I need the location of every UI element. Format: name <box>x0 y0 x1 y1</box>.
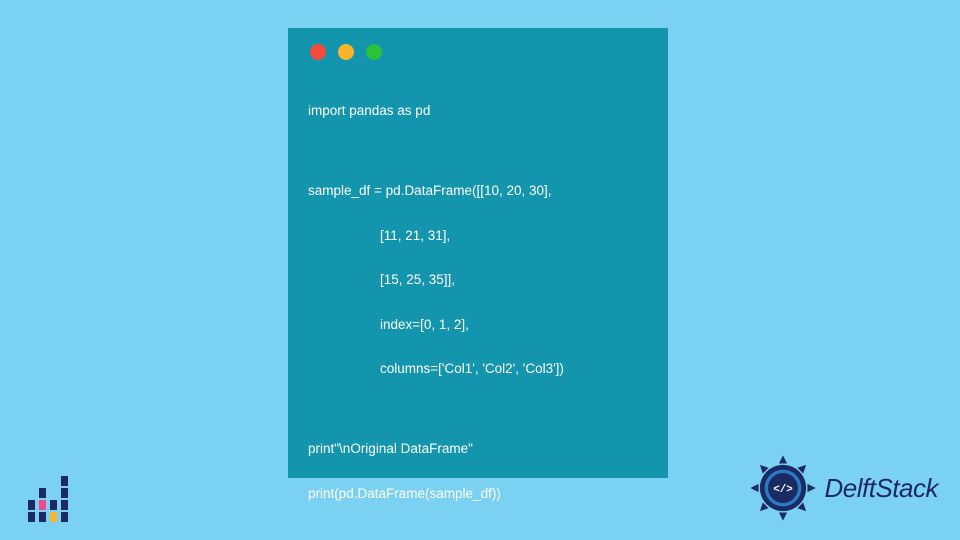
code-block: import pandas as pd sample_df = pd.DataF… <box>308 78 648 540</box>
close-icon <box>310 44 326 60</box>
code-line: [11, 21, 31], <box>380 225 648 247</box>
svg-text:</>: </> <box>773 484 793 496</box>
maximize-icon <box>366 44 382 60</box>
code-line: print(pd.DataFrame(sample_df)) <box>308 483 648 505</box>
code-line: print"\nOriginal DataFrame" <box>308 438 648 460</box>
brand-badge-icon: </> <box>749 454 817 522</box>
brand-name: DelftStack <box>825 473 939 504</box>
code-line: columns=['Col1', 'Col2', 'Col3']) <box>380 358 648 380</box>
brand: </> DelftStack <box>749 454 939 522</box>
code-line: index=[0, 1, 2], <box>380 314 648 336</box>
code-window: import pandas as pd sample_df = pd.DataF… <box>288 28 668 478</box>
minimize-icon <box>338 44 354 60</box>
mini-chart-icon <box>28 478 72 522</box>
code-line: sample_df = pd.DataFrame([[10, 20, 30], <box>308 180 648 202</box>
code-line: import pandas as pd <box>308 100 648 122</box>
code-line: [15, 25, 35]], <box>380 269 648 291</box>
traffic-lights <box>308 44 648 60</box>
